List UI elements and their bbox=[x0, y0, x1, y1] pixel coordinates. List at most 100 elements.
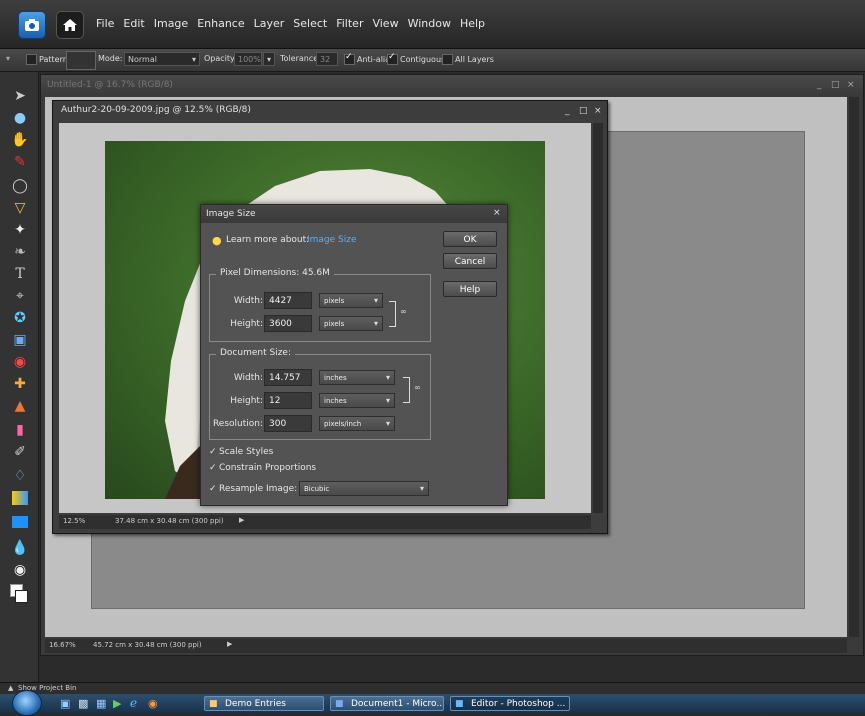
status-menu-arrow-icon[interactable]: ▶ bbox=[227, 640, 232, 648]
taskbar-demo-entries[interactable]: ■ Demo Entries bbox=[204, 696, 324, 711]
dialog-close-icon[interactable]: × bbox=[493, 208, 501, 218]
shape-tool-icon[interactable] bbox=[10, 512, 30, 532]
photo-minimize-icon[interactable]: _ bbox=[565, 106, 570, 116]
vertical-scrollbar[interactable] bbox=[849, 97, 859, 637]
internet-explorer-icon[interactable]: e bbox=[130, 696, 137, 710]
resample-method-select[interactable]: Bicubic bbox=[299, 481, 429, 496]
options-menu-icon[interactable]: ▾ bbox=[6, 54, 10, 63]
pixel-height-unit-select[interactable]: pixels bbox=[319, 316, 383, 331]
magic-wand-tool-icon[interactable]: ✦ bbox=[10, 220, 30, 240]
pattern-check-box-icon[interactable] bbox=[26, 54, 37, 65]
brush-tool-icon[interactable]: ✐ bbox=[10, 442, 30, 462]
pixel-width-input[interactable]: 4427 bbox=[264, 292, 312, 309]
firefox-icon[interactable]: ◉ bbox=[148, 697, 158, 710]
all-layers-check-icon[interactable] bbox=[442, 54, 453, 65]
cookie-cutter-tool-icon[interactable]: ✪ bbox=[10, 308, 30, 328]
eyedropper-tool-icon[interactable]: ✎ bbox=[10, 152, 30, 172]
taskbar-document1[interactable]: ■ Document1 - Micro... bbox=[330, 696, 444, 711]
doc-link-bracket bbox=[403, 377, 410, 403]
contiguous-checkbox[interactable]: Contiguous bbox=[387, 54, 445, 65]
dialog-title-bar[interactable]: Image Size bbox=[201, 205, 507, 223]
pixel-height-label: Height: bbox=[230, 319, 263, 329]
taskbar-document1-label: Document1 - Micro... bbox=[351, 699, 444, 709]
scale-styles-check-icon: ✓ bbox=[209, 447, 217, 457]
paint-bucket-tool-icon[interactable]: ♢ bbox=[10, 466, 30, 486]
sponge-tool-icon[interactable]: ◉ bbox=[10, 560, 30, 580]
mode-select[interactable]: Normal ▾ bbox=[124, 52, 200, 66]
pixel-width-unit-select[interactable]: pixels bbox=[319, 293, 383, 308]
pattern-checkbox[interactable]: Pattern bbox=[26, 54, 68, 65]
resample-image-checkbox[interactable]: ✓ Resample Image: bbox=[209, 484, 297, 494]
ok-button[interactable]: OK bbox=[443, 231, 497, 247]
contiguous-check-icon[interactable] bbox=[387, 54, 398, 65]
image-size-help-link[interactable]: Image Size bbox=[307, 235, 357, 245]
menu-window[interactable]: Window bbox=[408, 17, 451, 30]
maximize-icon[interactable]: □ bbox=[831, 80, 840, 90]
switch-windows-icon[interactable]: ▦ bbox=[96, 697, 106, 710]
scale-styles-checkbox[interactable]: ✓ Scale Styles bbox=[209, 447, 273, 457]
doc-height-unit-select[interactable]: inches bbox=[319, 393, 395, 408]
lasso-tool-icon[interactable]: ▽ bbox=[10, 198, 30, 218]
doc-width-unit-select[interactable]: inches bbox=[319, 370, 395, 385]
menu-file[interactable]: File bbox=[96, 17, 114, 30]
gradient-swatch bbox=[12, 491, 28, 505]
zoom-tool-icon[interactable]: ● bbox=[10, 108, 30, 128]
zoom-level[interactable]: 16.67% bbox=[49, 641, 76, 649]
doc-width-input[interactable]: 14.757 bbox=[264, 369, 312, 386]
menu-select[interactable]: Select bbox=[293, 17, 327, 30]
clone-stamp-tool-icon[interactable]: ▲ bbox=[10, 396, 30, 416]
red-eye-tool-icon[interactable]: ◉ bbox=[10, 352, 30, 372]
photo-title-bar[interactable]: Authur2-20-09-2009.jpg @ 12.5% (RGB/8) bbox=[53, 101, 607, 121]
resolution-unit-select[interactable]: pixels/inch bbox=[319, 416, 395, 431]
menu-help[interactable]: Help bbox=[460, 17, 485, 30]
menu-edit[interactable]: Edit bbox=[123, 17, 144, 30]
eraser-tool-icon[interactable]: ▮ bbox=[10, 420, 30, 440]
type-tool-icon[interactable]: T bbox=[10, 264, 30, 284]
opacity-field[interactable]: 100% bbox=[234, 52, 262, 66]
constrain-proportions-checkbox[interactable]: ✓ Constrain Proportions bbox=[209, 463, 316, 473]
media-player-icon[interactable]: ▶ bbox=[113, 697, 121, 710]
all-layers-checkbox[interactable]: All Layers bbox=[442, 54, 494, 65]
healing-brush-tool-icon[interactable]: ✚ bbox=[10, 374, 30, 394]
gradient-tool-icon[interactable] bbox=[10, 488, 30, 508]
blur-tool-icon[interactable]: 💧 bbox=[10, 538, 30, 558]
opacity-slider-button[interactable]: ▾ bbox=[263, 52, 275, 66]
image-size-dialog: Image Size × ● Learn more about: Image S… bbox=[200, 204, 508, 506]
organizer-app-icon[interactable] bbox=[18, 11, 46, 39]
taskbar-editor-photoshop[interactable]: ■ Editor - Photoshop ... bbox=[450, 696, 570, 711]
start-button[interactable] bbox=[12, 690, 42, 716]
hand-tool-icon[interactable]: ✋ bbox=[10, 130, 30, 150]
help-button[interactable]: Help bbox=[443, 281, 497, 297]
show-desktop-icon[interactable]: ▣ bbox=[60, 697, 70, 710]
document-status-bar: 16.67% 45.72 cm x 30.48 cm (300 ppi) ▶ bbox=[45, 639, 847, 653]
menu-layer[interactable]: Layer bbox=[254, 17, 285, 30]
photo-close-icon[interactable]: × bbox=[594, 106, 602, 116]
cancel-button[interactable]: Cancel bbox=[443, 253, 497, 269]
resolution-input[interactable]: 300 bbox=[264, 415, 312, 432]
pixel-height-input[interactable]: 3600 bbox=[264, 315, 312, 332]
photo-status-arrow-icon[interactable]: ▶ bbox=[239, 516, 244, 524]
tolerance-field[interactable]: 32 bbox=[316, 52, 338, 66]
photo-vertical-scrollbar[interactable] bbox=[593, 123, 603, 513]
selection-brush-tool-icon[interactable]: ❧ bbox=[10, 242, 30, 262]
contiguous-label: Contiguous bbox=[400, 55, 446, 64]
menu-enhance[interactable]: Enhance bbox=[197, 17, 244, 30]
home-icon[interactable] bbox=[56, 11, 84, 39]
straighten-tool-icon[interactable]: ▣ bbox=[10, 330, 30, 350]
photo-maximize-icon[interactable]: □ bbox=[579, 106, 588, 116]
document-title-bar[interactable]: Untitled-1 @ 16.7% (RGB/8) bbox=[41, 75, 863, 95]
move-tool-icon[interactable]: ➤ bbox=[10, 86, 30, 106]
color-swatches-icon[interactable] bbox=[10, 584, 30, 604]
pattern-swatch[interactable] bbox=[66, 51, 96, 70]
quicklaunch-app-icon[interactable]: ▩ bbox=[78, 697, 88, 710]
menu-image[interactable]: Image bbox=[154, 17, 188, 30]
photo-zoom-level[interactable]: 12.5% bbox=[63, 517, 85, 525]
crop-tool-icon[interactable]: ⌖ bbox=[10, 286, 30, 306]
doc-height-input[interactable]: 12 bbox=[264, 392, 312, 409]
marquee-tool-icon[interactable]: ◯ bbox=[10, 176, 30, 196]
menu-filter[interactable]: Filter bbox=[336, 17, 363, 30]
close-icon[interactable]: × bbox=[847, 80, 855, 90]
menu-view[interactable]: View bbox=[372, 17, 398, 30]
minimize-icon[interactable]: _ bbox=[817, 80, 822, 90]
anti-alias-check-icon[interactable] bbox=[344, 54, 355, 65]
